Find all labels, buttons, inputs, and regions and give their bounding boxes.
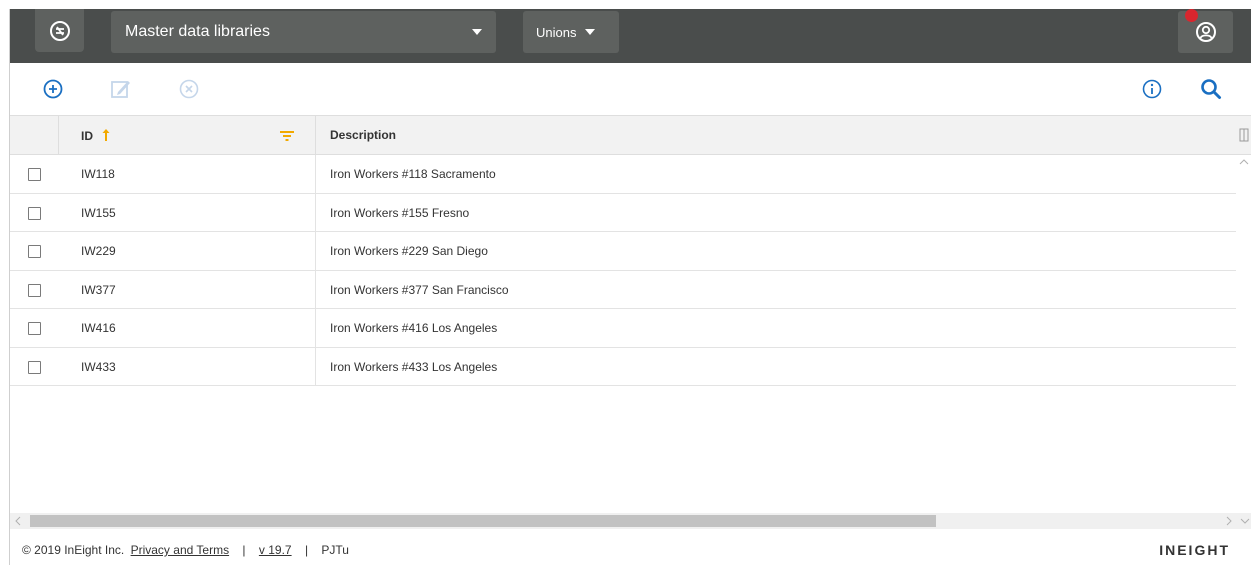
column-header-id-label: ID — [81, 129, 93, 143]
edit-button[interactable] — [108, 76, 134, 102]
horizontal-scrollbar[interactable] — [10, 513, 1251, 529]
edit-icon — [111, 81, 130, 98]
type-dropdown-label: Unions — [536, 24, 577, 40]
version-link[interactable]: v 19.7 — [259, 543, 292, 557]
row-id-cell: IW377 — [59, 270, 316, 309]
select-all-column — [10, 116, 59, 154]
user-id-text: PJTu — [321, 543, 349, 557]
user-avatar-icon — [1195, 22, 1216, 42]
table-row[interactable]: IW229 Iron Workers #229 San Diego — [10, 232, 1236, 271]
type-dropdown[interactable]: Unions — [523, 11, 619, 53]
toolbar — [10, 63, 1251, 115]
table-row[interactable]: IW118 Iron Workers #118 Sacramento — [10, 155, 1236, 194]
row-id-cell: IW118 — [59, 155, 316, 193]
delete-button[interactable] — [176, 76, 202, 102]
footer-separator: | — [304, 543, 309, 557]
scroll-right-icon[interactable] — [1223, 513, 1235, 529]
row-id-cell: IW155 — [59, 193, 316, 232]
search-button[interactable] — [1198, 76, 1224, 102]
info-button[interactable] — [1139, 76, 1165, 102]
row-description-cell: Iron Workers #155 Fresno — [330, 205, 470, 220]
row-checkbox[interactable] — [28, 245, 41, 258]
delete-circle-icon — [179, 79, 199, 99]
top-bar: Master data libraries Unions — [10, 9, 1251, 63]
row-checkbox[interactable] — [28, 360, 41, 374]
copyright-text: © 2019 InEight Inc. — [22, 543, 125, 557]
chevron-down-icon — [585, 29, 596, 35]
add-circle-icon — [43, 79, 63, 99]
row-description-cell: Iron Workers #377 San Francisco — [330, 282, 509, 297]
library-dropdown-label: Master data libraries — [125, 23, 270, 40]
grid-body: IW118 Iron Workers #118 Sacramento IW155… — [10, 155, 1236, 386]
row-id-cell: IW433 — [59, 347, 316, 386]
library-dropdown[interactable]: Master data libraries — [111, 11, 496, 53]
row-id-cell: IW229 — [59, 232, 316, 270]
footer-separator: | — [242, 543, 246, 557]
column-header-description[interactable]: Description — [316, 116, 1236, 154]
column-chooser-button[interactable] — [1236, 116, 1251, 154]
row-description-cell: Iron Workers #433 Los Angeles — [330, 359, 498, 374]
info-icon — [1142, 79, 1162, 99]
column-header-description-label: Description — [330, 128, 397, 142]
vertical-scrollbar[interactable] — [1236, 155, 1251, 513]
table-row[interactable]: IW433 Iron Workers #433 Los Angeles — [10, 347, 1236, 386]
brand-logo: INEIGHT — [1159, 542, 1230, 558]
search-icon — [1201, 79, 1221, 99]
row-checkbox[interactable] — [28, 322, 41, 335]
privacy-terms-link[interactable]: Privacy and Terms — [131, 543, 229, 557]
app-logo[interactable] — [35, 9, 84, 52]
scroll-down-icon[interactable] — [1238, 513, 1251, 529]
columns-icon — [1239, 128, 1249, 142]
app-frame: Master data libraries Unions ID Descript… — [9, 9, 1251, 565]
row-checkbox[interactable] — [28, 206, 41, 220]
notification-badge[interactable] — [1185, 9, 1198, 22]
column-header-id[interactable]: ID — [59, 116, 316, 154]
row-checkbox[interactable] — [28, 283, 41, 297]
row-checkbox[interactable] — [28, 168, 41, 181]
filter-icon[interactable] — [279, 130, 295, 142]
row-id-cell: IW416 — [59, 309, 316, 347]
grid-header: ID Description — [10, 115, 1251, 155]
row-description-cell: Iron Workers #118 Sacramento — [330, 167, 496, 181]
row-description-cell: Iron Workers #416 Los Angeles — [330, 321, 498, 335]
footer: © 2019 InEight Inc. Privacy and Terms | … — [10, 533, 1251, 565]
add-button[interactable] — [40, 76, 66, 102]
scroll-left-icon[interactable] — [12, 513, 24, 529]
ineight-logo-icon — [49, 20, 70, 41]
table-row[interactable]: IW416 Iron Workers #416 Los Angeles — [10, 309, 1236, 348]
chevron-down-icon — [472, 29, 482, 35]
row-description-cell: Iron Workers #229 San Diego — [330, 244, 488, 258]
table-row[interactable]: IW155 Iron Workers #155 Fresno — [10, 193, 1236, 232]
table-row[interactable]: IW377 Iron Workers #377 San Francisco — [10, 270, 1236, 309]
horizontal-scroll-thumb[interactable] — [30, 515, 936, 527]
sort-ascending-icon[interactable] — [102, 128, 110, 142]
data-grid: ID Description IW118 Iron Workers #118 S… — [10, 115, 1251, 513]
scroll-up-icon[interactable] — [1236, 155, 1251, 169]
